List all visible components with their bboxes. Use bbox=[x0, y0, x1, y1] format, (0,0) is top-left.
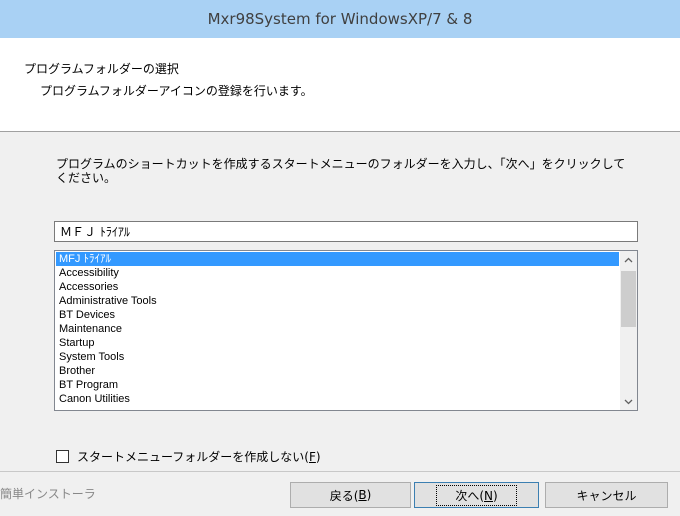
title-bar[interactable]: Mxr98System for WindowsXP/7 & 8 bbox=[0, 0, 680, 38]
chevron-up-icon bbox=[624, 257, 633, 262]
wizard-header: プログラムフォルダーの選択 プログラムフォルダーアイコンの登録を行います。 bbox=[0, 38, 680, 132]
folder-list-item[interactable]: Startup bbox=[56, 336, 619, 350]
folder-list-item[interactable]: Brother bbox=[56, 364, 619, 378]
folder-name-input[interactable] bbox=[54, 221, 638, 242]
wizard-footer: 簡単インストーラ 戻る(B) 次へ(N) キャンセル bbox=[0, 471, 680, 516]
wizard-body: プログラムのショートカットを作成するスタートメニューのフォルダーを入力し、「次へ… bbox=[0, 132, 680, 471]
installer-brand-label: 簡単インストーラ bbox=[0, 487, 96, 501]
folder-list-item[interactable]: BT Devices bbox=[56, 308, 619, 322]
chevron-down-icon bbox=[624, 399, 633, 404]
installer-window: Mxr98System for WindowsXP/7 & 8 プログラムフォル… bbox=[0, 0, 680, 516]
no-startmenu-folder-checkbox[interactable] bbox=[56, 450, 69, 463]
folder-list-item[interactable]: Accessories bbox=[56, 280, 619, 294]
folder-list-item[interactable]: MFJ ﾄﾗｲｱﾙ bbox=[56, 252, 619, 266]
header-title: プログラムフォルダーの選択 bbox=[24, 62, 179, 76]
folder-list-item[interactable]: Maintenance bbox=[56, 322, 619, 336]
scroll-thumb[interactable] bbox=[621, 271, 636, 327]
window-title: Mxr98System for WindowsXP/7 & 8 bbox=[207, 10, 473, 28]
folder-list-item[interactable]: BT Program bbox=[56, 378, 619, 392]
folder-listbox[interactable]: MFJ ﾄﾗｲｱﾙ Accessibility Accessories Adminis… bbox=[54, 250, 638, 411]
folder-list-item[interactable]: Canon Utilities bbox=[56, 392, 619, 406]
folder-list-item[interactable]: Accessibility bbox=[56, 266, 619, 280]
cancel-button[interactable]: キャンセル bbox=[545, 482, 668, 508]
folder-list-item[interactable]: System Tools bbox=[56, 350, 619, 364]
no-startmenu-folder-label: スタートメニューフォルダーを作成しない(F) bbox=[77, 450, 321, 464]
folder-list-items: MFJ ﾄﾗｲｱﾙ Accessibility Accessories Adminis… bbox=[56, 252, 619, 406]
scroll-up-button[interactable] bbox=[620, 251, 637, 268]
back-button[interactable]: 戻る(B) bbox=[290, 482, 411, 508]
instruction-text: プログラムのショートカットを作成するスタートメニューのフォルダーを入力し、「次へ… bbox=[56, 157, 626, 185]
list-scrollbar[interactable] bbox=[620, 251, 637, 410]
header-subtitle: プログラムフォルダーアイコンの登録を行います。 bbox=[40, 84, 313, 98]
scroll-down-button[interactable] bbox=[620, 393, 637, 410]
no-startmenu-folder-option[interactable]: スタートメニューフォルダーを作成しない(F) bbox=[56, 448, 321, 465]
folder-list-item[interactable]: Administrative Tools bbox=[56, 294, 619, 308]
next-button[interactable]: 次へ(N) bbox=[414, 482, 539, 508]
